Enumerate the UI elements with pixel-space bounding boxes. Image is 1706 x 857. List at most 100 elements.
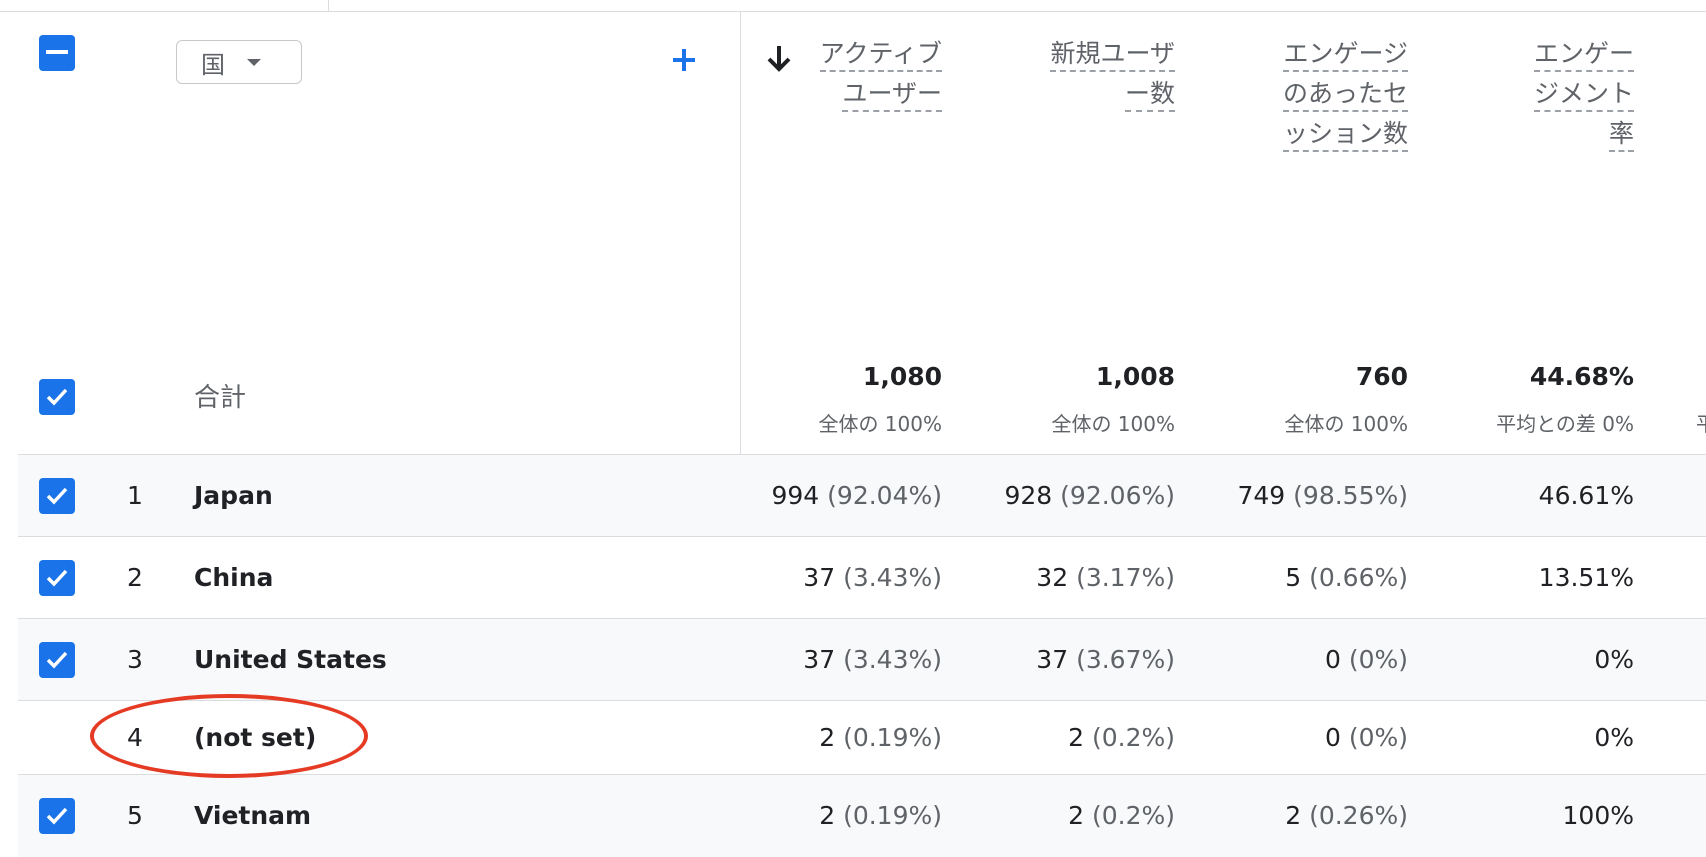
metric-value: 37	[803, 563, 836, 592]
check-icon	[46, 807, 68, 825]
metric-value: 0	[1324, 723, 1341, 752]
metric-value: 46.61%	[1538, 481, 1634, 510]
metric-cell: 2 (0.2%)	[1068, 801, 1175, 830]
column-header-text: ー数	[1124, 79, 1175, 112]
metric-cell: 0 (0%)	[1325, 645, 1408, 674]
metric-percent: (3.17%)	[1076, 563, 1175, 592]
metric-cell: 0 (0%)	[1325, 723, 1408, 752]
metric-value: 0	[1324, 645, 1341, 674]
metric-percent: (92.06%)	[1060, 481, 1175, 510]
metric-cell: 0%	[1594, 645, 1634, 674]
row-number: 5	[127, 801, 143, 830]
column-header-text: ユーザー	[842, 79, 942, 112]
check-icon	[46, 651, 68, 669]
column-header-3[interactable]: エンゲージ のあったセ ッション数	[1282, 34, 1408, 154]
metric-percent: (0.19%)	[843, 801, 942, 830]
row-number: 1	[127, 481, 143, 510]
column-header-2[interactable]: 新規ユーザー数	[1050, 34, 1175, 114]
metric-percent: (0.26%)	[1309, 801, 1408, 830]
metric-cell: 37 (3.43%)	[803, 645, 942, 674]
metric-percent: (3.67%)	[1076, 645, 1175, 674]
table-row[interactable]: 5 Vietnam 2 (0.19%) 2 (0.2%) 2 (0.26%) 100%	[18, 774, 1706, 857]
total-value: 1,080	[862, 362, 942, 391]
row-country-name[interactable]: Vietnam	[194, 801, 311, 830]
plus-icon[interactable]	[668, 44, 700, 76]
metric-percent: (0.66%)	[1309, 563, 1408, 592]
table-row[interactable]: 3 United States 37 (3.43%) 37 (3.67%) 0 (0%)…	[18, 618, 1706, 701]
metric-cell: 37 (3.43%)	[803, 563, 942, 592]
column-header-text: 率	[1608, 119, 1634, 152]
table-row[interactable]: 2 China 37 (3.43%) 32 (3.17%) 5 (0.66%) 13.51…	[18, 536, 1706, 619]
column-header-4[interactable]: エンゲージメント率	[1533, 34, 1634, 154]
metric-percent: (3.43%)	[843, 645, 942, 674]
column-header-text: エンゲージ	[1283, 39, 1408, 72]
metric-cell: 5 (0.66%)	[1285, 563, 1408, 592]
row-country-name[interactable]: United States	[194, 645, 387, 674]
metric-value: 2	[819, 801, 836, 830]
metric-value: 2	[1068, 723, 1085, 752]
column-header-text: ッション数	[1282, 119, 1408, 152]
totals-label: 合計	[194, 383, 247, 413]
row-country-name[interactable]: China	[194, 563, 273, 592]
dimension-selector[interactable]: 国	[176, 40, 302, 84]
total-subtext: 全体の 100%	[818, 412, 942, 436]
metric-cell: 2 (0.26%)	[1285, 801, 1408, 830]
row-country-name[interactable]: Japan	[194, 481, 273, 510]
metric-value: 2	[819, 723, 836, 752]
metric-value: 32	[1036, 563, 1069, 592]
table-row[interactable]: 1 Japan 994 (92.04%) 928 (92.06%) 749 (98.55…	[18, 454, 1706, 537]
row-checkbox[interactable]	[39, 642, 75, 678]
row-number: 3	[127, 645, 143, 674]
highlight-ellipse	[90, 694, 368, 778]
metric-cell: 994 (92.04%)	[771, 481, 942, 510]
metric-value: 37	[1036, 645, 1069, 674]
metric-cell: 13.51%	[1539, 563, 1634, 592]
check-icon	[46, 388, 68, 406]
metric-value: 2	[1285, 801, 1302, 830]
row-checkbox[interactable]	[39, 560, 75, 596]
metric-percent: (0.19%)	[843, 723, 942, 752]
row-checkbox[interactable]	[39, 478, 75, 514]
column-header-text: ジメント	[1533, 79, 1634, 112]
row-checkbox[interactable]	[39, 798, 75, 834]
check-icon	[46, 487, 68, 505]
metric-percent: (0%)	[1348, 723, 1408, 752]
total-subtext: 全体の 100%	[1051, 412, 1175, 436]
column-header-text: アクティブ	[819, 39, 942, 72]
total-subtext: 全体の 100%	[1284, 412, 1408, 436]
metric-cell: 749 (98.55%)	[1237, 481, 1408, 510]
column-header-1[interactable]: アクティブユーザー	[819, 34, 942, 114]
metric-cell: 2 (0.19%)	[819, 801, 942, 830]
metric-value: 0%	[1594, 645, 1634, 674]
metric-value: 2	[1068, 801, 1085, 830]
metric-percent: (98.55%)	[1293, 481, 1408, 510]
metric-cell: 100%	[1563, 801, 1634, 830]
metric-value: 749	[1237, 481, 1286, 510]
row-number: 2	[127, 563, 143, 592]
metric-value: 0%	[1594, 723, 1634, 752]
total-value: 44.68%	[1529, 362, 1634, 391]
metric-value: 37	[803, 645, 836, 674]
total-subtext: 平均との差 0%	[1496, 412, 1634, 436]
top-divider	[0, 11, 1706, 12]
metric-cell: 0%	[1594, 723, 1634, 752]
metric-percent: (0.2%)	[1091, 801, 1175, 830]
metric-percent: (0.2%)	[1091, 723, 1175, 752]
metric-value: 994	[771, 481, 820, 510]
total-value: 760	[1355, 362, 1408, 391]
column-header-text: エンゲー	[1533, 39, 1634, 72]
arrow-down-icon[interactable]	[764, 42, 794, 74]
metric-cell: 32 (3.17%)	[1036, 563, 1175, 592]
top-divider-stub	[328, 0, 329, 11]
metric-value: 928	[1004, 481, 1053, 510]
metric-cell: 2 (0.2%)	[1068, 723, 1175, 752]
metric-value: 100%	[1562, 801, 1634, 830]
metric-cell: 46.61%	[1539, 481, 1634, 510]
dimension-label: 国	[201, 50, 225, 79]
select-all-checkbox[interactable]	[39, 35, 75, 71]
totals-checkbox[interactable]	[39, 379, 75, 415]
metric-percent: (92.04%)	[827, 481, 942, 510]
metric-cell: 2 (0.19%)	[819, 723, 942, 752]
metric-cell: 928 (92.06%)	[1004, 481, 1175, 510]
column-header-text: 新規ユーザ	[1050, 39, 1175, 72]
